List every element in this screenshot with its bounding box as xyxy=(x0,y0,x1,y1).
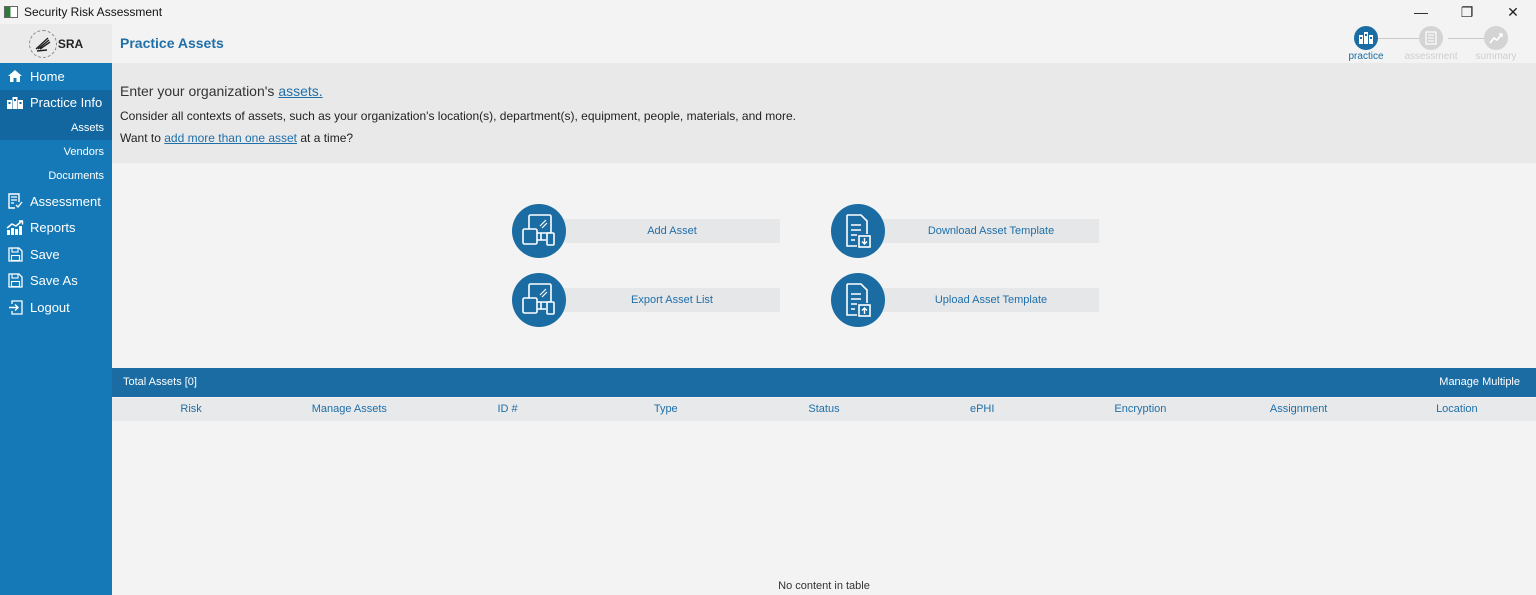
add-multiple-assets-link[interactable]: add more than one asset xyxy=(164,131,297,145)
column-header-type[interactable]: Type xyxy=(587,398,745,421)
sra-logo: SRA xyxy=(0,24,112,63)
home-icon xyxy=(6,68,24,84)
assets-table-body: No content in table xyxy=(112,421,1536,595)
page-header: Practice Assets practice assessment summ… xyxy=(112,24,1536,63)
sidebar-subitem-vendors[interactable]: Vendors xyxy=(0,140,112,164)
sidebar-item-label: Reports xyxy=(30,220,76,236)
window-titlebar: Security Risk Assessment — ❐ ✕ xyxy=(0,0,1536,24)
assets-table-header: Total Assets [0] Manage Multiple xyxy=(112,368,1536,397)
intro-bulk-hint: Want to add more than one asset at a tim… xyxy=(120,127,1536,149)
column-header-risk[interactable]: Risk xyxy=(112,398,270,421)
chart-up-icon xyxy=(1484,26,1508,50)
page-title: Practice Assets xyxy=(120,35,224,51)
devices-icon xyxy=(512,204,566,258)
step-assessment[interactable]: assessment xyxy=(1401,26,1461,62)
sidebar-item-logout[interactable]: Logout xyxy=(0,294,112,321)
logout-icon xyxy=(6,299,24,315)
app-icon xyxy=(4,6,18,18)
window-title: Security Risk Assessment xyxy=(24,5,163,19)
devices-icon xyxy=(512,273,566,327)
intro-heading-text: Enter your organization's xyxy=(120,83,279,99)
maximize-button[interactable]: ❐ xyxy=(1444,0,1490,24)
checklist-icon xyxy=(1419,26,1443,50)
chart-up-icon xyxy=(6,220,24,236)
sidebar-item-assessment[interactable]: Assessment xyxy=(0,188,112,215)
manage-multiple-button[interactable]: Manage Multiple xyxy=(1439,376,1520,388)
download-template-label: Download Asset Template xyxy=(857,219,1099,243)
sidebar-item-label: Save As xyxy=(30,273,78,289)
empty-table-message: No content in table xyxy=(778,580,870,592)
floppy-icon xyxy=(6,273,24,289)
intro-panel: Enter your organization's assets. Consid… xyxy=(112,63,1536,163)
total-assets-count: Total Assets [0] xyxy=(123,376,197,388)
logo-text: SRA xyxy=(57,36,84,51)
document-download-icon xyxy=(831,204,885,258)
upload-template-label: Upload Asset Template xyxy=(857,288,1099,312)
step-summary[interactable]: summary xyxy=(1466,26,1526,62)
window-controls: — ❐ ✕ xyxy=(1398,0,1536,24)
export-list-label: Export Asset List xyxy=(538,288,780,312)
sidebar-item-label: Logout xyxy=(30,299,70,315)
sidebar-item-home[interactable]: Home xyxy=(0,63,112,90)
sidebar-group-practice-info: Practice Info Assets xyxy=(0,89,112,140)
sidebar-item-save[interactable]: Save xyxy=(0,241,112,268)
intro-description: Consider all contexts of assets, such as… xyxy=(120,109,796,123)
upload-asset-template-button[interactable]: Upload Asset Template xyxy=(831,273,1101,327)
add-asset-button[interactable]: Add Asset xyxy=(512,204,782,258)
sidebar-subitem-documents[interactable]: Documents xyxy=(0,164,112,188)
sidebar: Home Practice Info Assets Vendors Docume… xyxy=(0,63,112,595)
column-header-status[interactable]: Status xyxy=(745,398,903,421)
sidebar-item-reports[interactable]: Reports xyxy=(0,215,112,242)
column-header-assignment[interactable]: Assignment xyxy=(1220,398,1378,421)
document-upload-icon xyxy=(831,273,885,327)
sidebar-subitem-assets[interactable]: Assets xyxy=(0,116,112,140)
export-asset-list-button[interactable]: Export Asset List xyxy=(512,273,782,327)
sidebar-item-label: Assessment xyxy=(30,193,101,209)
sidebar-item-practice-info[interactable]: Practice Info xyxy=(0,90,112,117)
bulk-hint-suffix: at a time? xyxy=(297,131,354,145)
step-label: practice xyxy=(1348,51,1384,62)
floppy-icon xyxy=(6,246,24,262)
bulk-hint-prefix: Want to xyxy=(120,131,165,145)
building-icon xyxy=(6,95,24,111)
close-button[interactable]: ✕ xyxy=(1490,0,1536,24)
sidebar-item-label: Save xyxy=(30,246,60,262)
sidebar-item-save-as[interactable]: Save As xyxy=(0,268,112,295)
step-label: summary xyxy=(1475,51,1517,62)
progress-steps: practice assessment summary xyxy=(1336,26,1526,64)
assets-help-link[interactable]: assets. xyxy=(278,83,322,99)
intro-heading: Enter your organization's assets. xyxy=(120,83,1536,105)
minimize-button[interactable]: — xyxy=(1398,0,1444,24)
sidebar-item-label: Home xyxy=(30,68,65,84)
column-header-ephi[interactable]: ePHI xyxy=(903,398,1061,421)
column-header-encryption[interactable]: Encryption xyxy=(1061,398,1219,421)
column-header-manage-assets[interactable]: Manage Assets xyxy=(270,398,428,421)
hhs-seal-icon xyxy=(28,29,57,58)
building-icon xyxy=(1354,26,1378,50)
assets-table-columns: Risk Manage Assets ID # Type Status ePHI… xyxy=(112,398,1536,421)
step-practice[interactable]: practice xyxy=(1336,26,1396,62)
add-asset-label: Add Asset xyxy=(538,219,780,243)
checklist-icon xyxy=(6,193,24,209)
step-label: assessment xyxy=(1404,51,1458,62)
column-header-id[interactable]: ID # xyxy=(428,398,586,421)
column-header-location[interactable]: Location xyxy=(1378,398,1536,421)
sidebar-item-label: Practice Info xyxy=(30,95,103,111)
download-asset-template-button[interactable]: Download Asset Template xyxy=(831,204,1101,258)
